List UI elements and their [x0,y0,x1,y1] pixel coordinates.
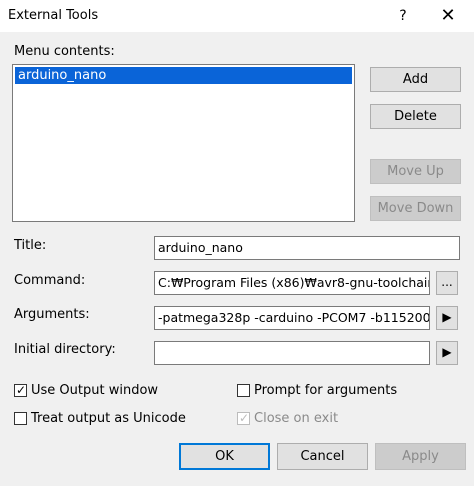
arguments-label: Arguments: [14,307,90,322]
help-icon[interactable]: ? [394,5,412,27]
title-label: Title: [14,238,47,253]
title-bar: External Tools ? ✕ [0,0,474,32]
cancel-button[interactable]: Cancel [277,443,368,470]
arguments-menu-button[interactable]: ▶ [436,306,458,330]
use-output-window-label: Use Output window [31,383,159,398]
checkmark-icon: ✓ [16,383,27,397]
checkmark-icon: ✓ [239,411,250,425]
close-on-exit-label: Close on exit [254,411,339,426]
apply-button[interactable]: Apply [375,443,466,470]
delete-button[interactable]: Delete [370,104,461,129]
use-output-window-checkbox[interactable]: ✓ [14,383,27,397]
prompt-for-arguments-checkbox[interactable] [237,384,250,397]
close-icon[interactable]: ✕ [436,5,460,27]
move-up-button[interactable]: Move Up [370,159,461,184]
initial-directory-label: Initial directory: [14,342,116,357]
menu-contents-list[interactable]: arduino_nano [12,64,355,222]
move-down-button[interactable]: Move Down [370,196,461,221]
treat-output-unicode-checkbox[interactable] [14,412,27,425]
treat-output-unicode-label: Treat output as Unicode [31,411,186,426]
external-tools-dialog: External Tools ? ✕ Menu contents: arduin… [0,0,474,486]
prompt-for-arguments-label: Prompt for arguments [254,383,398,398]
close-on-exit-checkbox[interactable]: ✓ [237,411,250,425]
add-button[interactable]: Add [370,67,461,92]
command-browse-button[interactable]: ... [436,271,458,295]
menu-contents-label: Menu contents: [14,44,115,59]
ok-button[interactable]: OK [179,443,270,470]
title-field[interactable]: arduino_nano [154,236,460,260]
command-field[interactable]: C:₩Program Files (x86)₩avr8-gnu-toolchai… [154,271,430,295]
initial-directory-field[interactable] [154,341,430,365]
command-label: Command: [14,273,86,288]
initial-directory-menu-button[interactable]: ▶ [436,341,458,365]
window-title: External Tools [8,8,99,23]
list-item[interactable]: arduino_nano [15,67,352,84]
arguments-field[interactable]: -patmega328p -carduino -PCOM7 -b115200 -… [154,306,430,330]
